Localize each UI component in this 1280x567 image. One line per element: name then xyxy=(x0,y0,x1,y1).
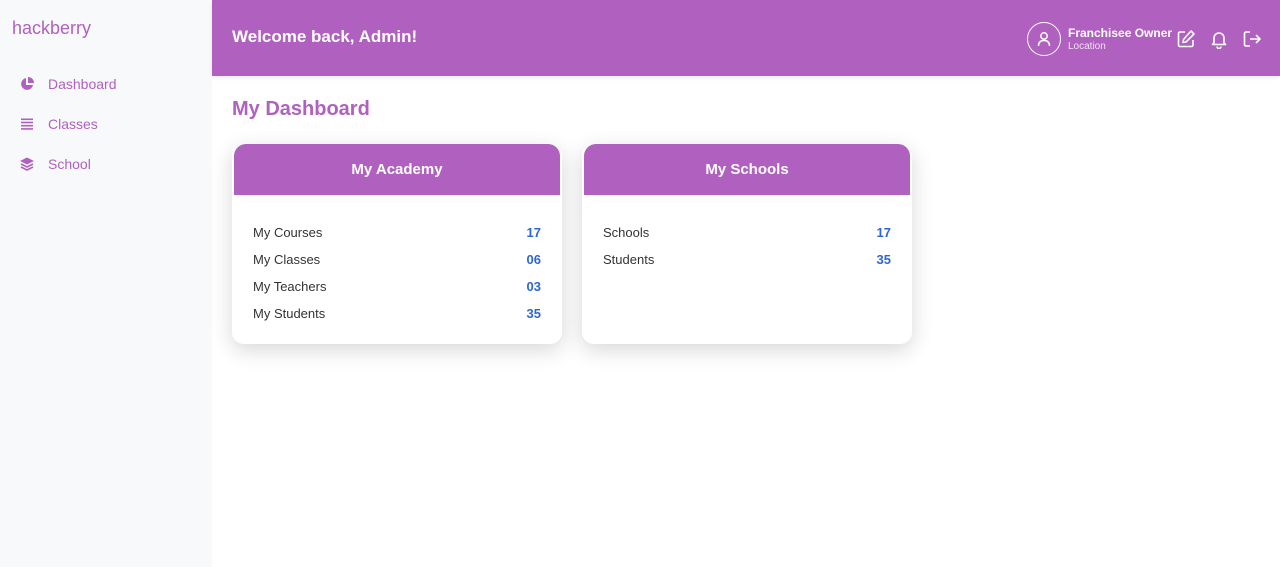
top-bar: Welcome back, Admin! Franchisee Owner Lo… xyxy=(212,0,1280,76)
academy-card: My Academy My Courses 17 My Classes 06 M… xyxy=(232,144,562,344)
schools-card: My Schools Schools 17 Students 35 xyxy=(582,144,912,344)
user-name: Franchisee Owner xyxy=(1068,25,1173,40)
stat-row-classes: My Classes 06 xyxy=(253,246,541,273)
user-info: Franchisee Owner Location xyxy=(1068,26,1172,53)
stat-label: Students xyxy=(603,252,655,267)
user-profile[interactable]: Franchisee Owner Location xyxy=(1027,22,1172,56)
stat-label: Schools xyxy=(603,225,650,240)
stat-label: My Students xyxy=(253,306,326,321)
stat-row-schools: Schools 17 xyxy=(603,219,891,246)
sidebar-item-label: School xyxy=(48,156,91,172)
sidebar-item-school[interactable]: School xyxy=(0,144,212,184)
stat-row-teachers: My Teachers 03 xyxy=(253,273,541,300)
sidebar-item-classes[interactable]: Classes xyxy=(0,104,212,144)
sidebar: hackberry Dashboard Classes School xyxy=(0,0,212,567)
brand-logo[interactable]: hackberry xyxy=(12,18,91,39)
sidebar-item-label: Dashboard xyxy=(48,76,117,92)
stat-value: 35 xyxy=(526,306,541,321)
edit-icon[interactable] xyxy=(1175,28,1197,50)
stat-value: 17 xyxy=(526,225,541,240)
stat-row-students: My Students 35 xyxy=(253,300,541,327)
page-title: My Dashboard xyxy=(232,98,370,120)
stat-row-courses: My Courses 17 xyxy=(253,219,541,246)
stat-label: My Teachers xyxy=(253,279,327,294)
user-icon xyxy=(1027,22,1061,56)
sidebar-item-dashboard[interactable]: Dashboard xyxy=(0,64,212,104)
card-title: My Academy xyxy=(234,144,560,195)
stat-row-students: Students 35 xyxy=(603,246,891,273)
user-location: Location xyxy=(1068,40,1106,52)
logout-icon[interactable] xyxy=(1241,28,1263,50)
welcome-message: Welcome back, Admin! xyxy=(232,27,418,46)
stat-value: 17 xyxy=(876,225,891,240)
card-body: Schools 17 Students 35 xyxy=(582,195,912,273)
pie-chart-icon xyxy=(18,75,36,93)
stat-value: 35 xyxy=(876,252,891,267)
bell-icon[interactable] xyxy=(1208,28,1230,50)
stat-label: My Classes xyxy=(253,252,321,267)
list-icon xyxy=(18,115,36,133)
sidebar-nav: Dashboard Classes School xyxy=(0,64,212,184)
stat-value: 03 xyxy=(526,279,541,294)
sidebar-item-label: Classes xyxy=(48,116,98,132)
layers-icon xyxy=(18,155,36,173)
card-body: My Courses 17 My Classes 06 My Teachers … xyxy=(232,195,562,327)
stat-value: 06 xyxy=(526,252,541,267)
stat-label: My Courses xyxy=(253,225,323,240)
card-title: My Schools xyxy=(584,144,910,195)
